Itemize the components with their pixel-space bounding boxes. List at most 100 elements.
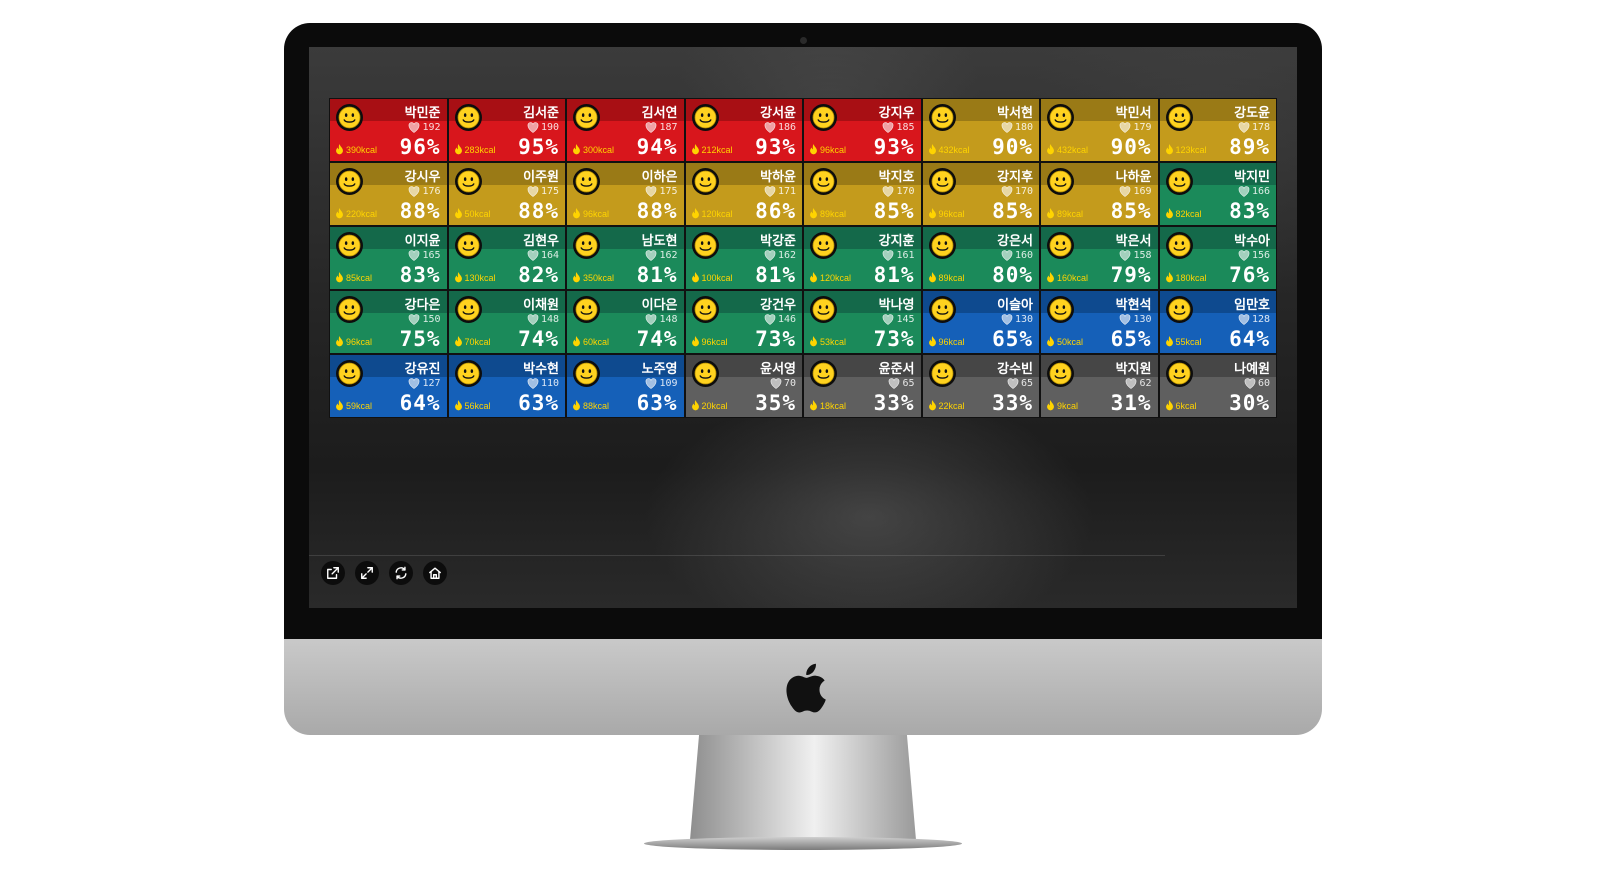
participant-tile: 박수아 156 180kcal 76% bbox=[1159, 227, 1276, 289]
flame-icon bbox=[810, 272, 817, 283]
calories-value: 300kcal bbox=[583, 144, 615, 155]
participant-name: 남도현 bbox=[641, 234, 678, 249]
participant-tile: 박현석 130 50kcal 65% bbox=[1041, 291, 1158, 353]
fullscreen-button[interactable] bbox=[355, 561, 379, 585]
participant-avatar bbox=[810, 104, 837, 131]
participant-tile: 강지후 170 96kcal 85% bbox=[922, 163, 1039, 225]
flame-icon bbox=[1047, 208, 1054, 219]
heart-rate: 65 bbox=[888, 378, 915, 389]
flame-icon bbox=[928, 208, 936, 219]
calories-value: 283kcal bbox=[464, 144, 496, 155]
heart-icon bbox=[646, 314, 657, 325]
intensity-percent: 85% bbox=[1110, 199, 1152, 223]
heart-icon bbox=[1238, 314, 1250, 325]
smiley-icon bbox=[931, 106, 953, 129]
participant-tile: 강시우 176 220kcal 88% bbox=[330, 163, 447, 225]
calories-value: 59kcal bbox=[346, 400, 373, 411]
heart-rate-value: 62 bbox=[1139, 378, 1152, 389]
heart-rate: 158 bbox=[1119, 250, 1152, 261]
heart-rate-value: 60 bbox=[1257, 378, 1270, 389]
participant-tile: 박나영 145 53kcal 73% bbox=[804, 291, 921, 353]
heart-icon bbox=[646, 186, 657, 197]
calories: 283kcal bbox=[454, 144, 496, 155]
smiley-icon bbox=[457, 170, 479, 193]
heart-icon bbox=[1001, 314, 1013, 325]
intensity-percent: 33% bbox=[992, 391, 1033, 415]
heart-rate-value: 130 bbox=[1133, 314, 1152, 325]
intensity-percent: 88% bbox=[518, 199, 559, 223]
heart-icon bbox=[1007, 378, 1019, 389]
heart-rate-value: 160 bbox=[1014, 250, 1033, 261]
calories: 96kcal bbox=[809, 144, 846, 155]
smiley-icon bbox=[812, 170, 835, 193]
calories: 432kcal bbox=[928, 144, 970, 155]
calories-value: 50kcal bbox=[464, 208, 491, 219]
participant-tile: 박수현 110 56kcal 63% bbox=[448, 355, 565, 417]
flame-icon bbox=[928, 272, 936, 283]
smiley-icon bbox=[1168, 234, 1190, 257]
participant-name: 박수현 bbox=[523, 362, 559, 377]
heart-rate: 175 bbox=[527, 186, 559, 197]
smiley-icon bbox=[338, 106, 361, 129]
heart-icon bbox=[1238, 250, 1250, 261]
heart-rate-value: 180 bbox=[1014, 122, 1033, 133]
calories-value: 60kcal bbox=[583, 336, 610, 347]
camera-icon bbox=[800, 37, 807, 44]
intensity-percent: 81% bbox=[636, 263, 678, 287]
home-button[interactable] bbox=[423, 561, 447, 585]
heart-rate: 156 bbox=[1238, 250, 1270, 261]
smiley-icon bbox=[338, 298, 361, 321]
participant-tile: 이주원 175 50kcal 88% bbox=[448, 163, 565, 225]
smiley-icon bbox=[694, 362, 716, 385]
heart-rate: 109 bbox=[645, 378, 678, 389]
heart-rate: 70 bbox=[770, 378, 796, 389]
heart-rate: 170 bbox=[1001, 186, 1033, 197]
heart-rate: 192 bbox=[408, 122, 441, 133]
participant-name: 이슬아 bbox=[997, 298, 1033, 313]
participant-name: 강지후 bbox=[997, 170, 1033, 185]
heart-rate-value: 70 bbox=[783, 378, 796, 389]
smiley-icon bbox=[1168, 106, 1190, 129]
participant-name: 강시우 bbox=[404, 170, 441, 185]
participant-avatar bbox=[691, 232, 719, 259]
apple-logo-icon bbox=[786, 663, 826, 713]
flame-icon bbox=[691, 144, 699, 155]
calories-value: 85kcal bbox=[346, 272, 373, 283]
participant-name: 박지호 bbox=[878, 170, 915, 185]
calories: 82kcal bbox=[1165, 208, 1202, 219]
participant-avatar bbox=[454, 104, 482, 131]
participant-name: 박민준 bbox=[404, 106, 441, 121]
heart-rate-value: 175 bbox=[659, 186, 678, 197]
smiley-icon bbox=[1049, 298, 1072, 321]
flame-icon bbox=[454, 208, 462, 219]
smiley-icon bbox=[457, 298, 479, 321]
heart-rate-value: 164 bbox=[540, 250, 559, 261]
heart-icon bbox=[883, 250, 894, 261]
intensity-percent: 85% bbox=[873, 199, 915, 223]
participant-avatar bbox=[810, 296, 837, 323]
flame-icon bbox=[1165, 208, 1173, 219]
intensity-percent: 65% bbox=[1110, 327, 1152, 351]
open-external-button[interactable] bbox=[321, 561, 345, 585]
participant-avatar bbox=[454, 168, 482, 195]
heart-icon bbox=[527, 122, 539, 133]
participant-tile: 임만호 128 55kcal 64% bbox=[1159, 291, 1276, 353]
participant-avatar bbox=[928, 360, 956, 387]
heart-rate: 175 bbox=[645, 186, 678, 197]
heart-rate-value: 166 bbox=[1251, 186, 1270, 197]
calories: 6kcal bbox=[1165, 400, 1197, 411]
participant-avatar bbox=[1165, 232, 1193, 259]
smiley-icon bbox=[575, 170, 598, 193]
participant-tile: 김현우 164 130kcal 82% bbox=[448, 227, 565, 289]
calories: 9kcal bbox=[1046, 400, 1078, 411]
refresh-button[interactable] bbox=[389, 561, 413, 585]
participant-name: 박나영 bbox=[878, 298, 915, 313]
flame-icon bbox=[810, 208, 817, 219]
intensity-percent: 88% bbox=[636, 199, 678, 223]
participant-avatar bbox=[336, 232, 363, 259]
participant-tile: 박지호 170 89kcal 85% bbox=[804, 163, 921, 225]
heart-icon bbox=[409, 186, 420, 197]
calories-value: 123kcal bbox=[1175, 144, 1207, 155]
calories: 89kcal bbox=[809, 208, 846, 219]
dashboard-screen: 박민준 192 390kcal 96% 김서준 190 283kcal 95% 김서연 187 30… bbox=[309, 47, 1297, 608]
